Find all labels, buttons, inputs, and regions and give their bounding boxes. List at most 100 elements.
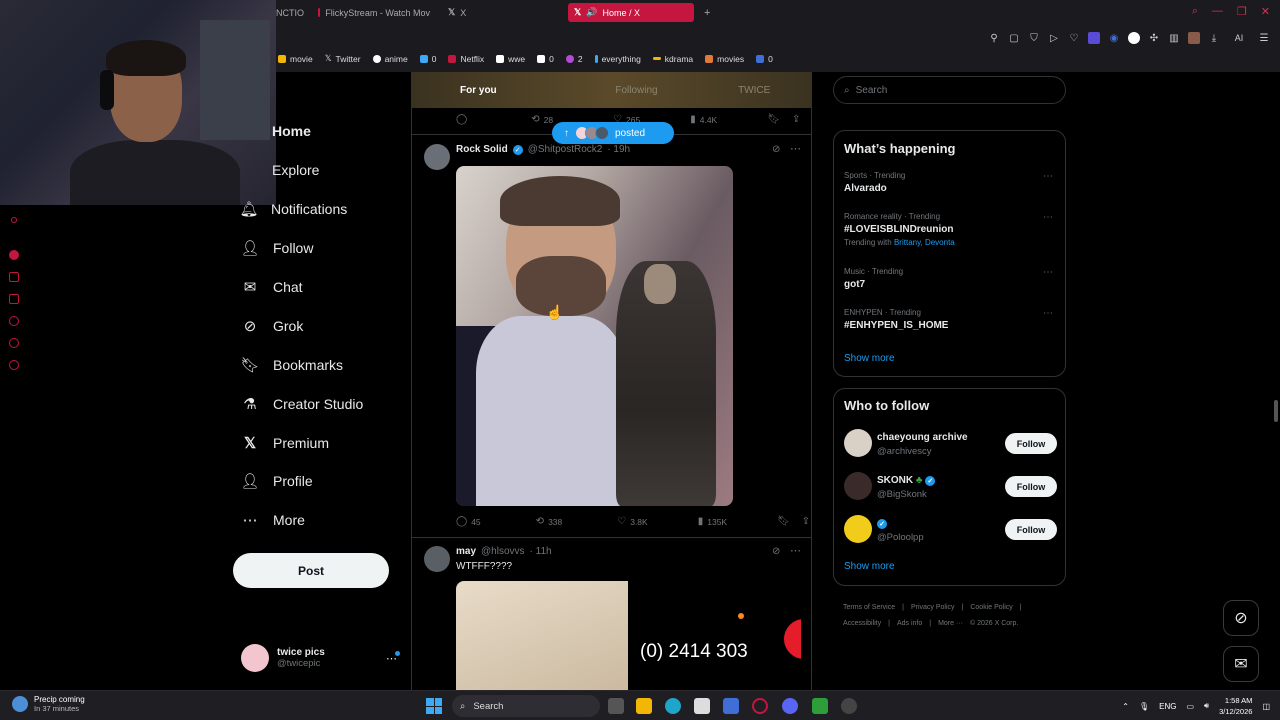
puzzle-icon[interactable]: ✣ — [1148, 32, 1160, 44]
more-icon[interactable]: ⋯ — [790, 544, 801, 557]
restore-icon[interactable]: ❐ — [1237, 5, 1247, 18]
bookmark-everything[interactable]: everything — [594, 54, 641, 64]
nav-grok[interactable]: ⊘ Grok — [241, 314, 304, 338]
follow-suggestion[interactable]: chaeyoung archive @archivescy Follow — [844, 429, 1057, 459]
sidebar-icon[interactable]: ▥ — [1168, 32, 1180, 44]
start-button[interactable] — [426, 698, 442, 714]
download-icon[interactable]: ⤓ — [1208, 32, 1220, 44]
avatar[interactable] — [424, 546, 450, 572]
more-icon[interactable]: ⋯ — [1043, 171, 1053, 182]
nav-follow[interactable]: 👤︎ Follow — [240, 236, 313, 260]
trend-item[interactable]: Romance reality · Trending #LOVEISBLINDr… — [844, 212, 1057, 247]
views-button[interactable]: ▮ 4.4K — [690, 114, 717, 125]
extension-icon[interactable]: ◉ — [1108, 32, 1120, 44]
nav-creator-studio[interactable]: ⚗ Creator Studio — [241, 392, 363, 416]
sidebar-app-icon[interactable] — [9, 338, 19, 348]
sidebar-app-icon[interactable] — [9, 294, 19, 304]
opera-icon[interactable] — [752, 698, 768, 714]
tab-flickystream[interactable]: FlickyStream - Watch Mov — [312, 3, 436, 22]
sidebar-app-icon[interactable] — [11, 217, 17, 223]
grok-icon[interactable]: ⊘ — [772, 144, 780, 155]
clock[interactable]: 1:58 AM 3/12/2026 — [1219, 695, 1252, 717]
show-more-link[interactable]: Show more — [844, 561, 895, 572]
tab-following[interactable]: Following — [578, 72, 696, 108]
search-input[interactable]: ⌕ Search — [833, 76, 1066, 104]
grok-icon[interactable]: ⊘ — [772, 546, 780, 557]
tweet-media[interactable]: (0) 2414 303 — [456, 581, 801, 690]
language-indicator[interactable]: ENG — [1159, 702, 1176, 711]
sidebar-app-icon[interactable] — [9, 653, 19, 663]
messages-fab-button[interactable]: ✉ — [1223, 646, 1259, 682]
extension-icon[interactable] — [1088, 32, 1100, 44]
tab-home-x[interactable]: 𝕏 🔊 Home / X — [568, 3, 694, 22]
minimize-icon[interactable]: — — [1212, 5, 1223, 18]
weather-widget[interactable]: Precip coming In 37 minutes — [12, 695, 85, 713]
nav-profile[interactable]: 👤︎ Profile — [240, 469, 312, 493]
task-view-icon[interactable] — [608, 698, 624, 714]
bookmark-netflix[interactable]: Netflix — [448, 54, 484, 64]
account-switcher[interactable]: twice pics @twicepic — [241, 644, 325, 672]
bookmark-icon[interactable]: 🔖︎ — [777, 516, 790, 527]
history-icon[interactable] — [9, 316, 19, 326]
xbox-icon[interactable] — [812, 698, 828, 714]
bookmark-movies[interactable]: movies — [705, 54, 744, 64]
more-icon[interactable]: ⋯ — [790, 142, 801, 155]
new-posts-pill[interactable]: ↑ posted — [552, 122, 674, 144]
like-button[interactable]: ♡ 3.8K — [617, 516, 647, 527]
bookmark-folder[interactable]: 0 — [537, 54, 554, 64]
tweet-author-name[interactable]: may — [456, 546, 476, 557]
bookmark-icon[interactable]: 🔖︎ — [767, 114, 780, 125]
bookmark-kdrama[interactable]: kdrama — [652, 54, 693, 64]
post-button[interactable]: Post — [233, 553, 389, 588]
display-icon[interactable]: ▭ — [1186, 702, 1194, 711]
heart-icon[interactable]: ♡ — [1068, 32, 1080, 44]
nav-home[interactable]: Home — [272, 119, 311, 143]
nav-more[interactable]: ⋯ More — [241, 508, 305, 532]
trend-item[interactable]: Sports · Trending Alvarado ⋯ — [844, 171, 1057, 194]
tweet-time[interactable]: · 11h — [530, 546, 552, 557]
shield-icon[interactable]: ⛉ — [1028, 32, 1040, 44]
profile-avatar[interactable] — [1188, 32, 1200, 44]
avatar[interactable] — [424, 144, 450, 170]
scrollbar[interactable] — [1274, 400, 1278, 422]
tweet-author-handle[interactable]: @ShitpostRock2 — [528, 144, 603, 155]
taskbar-search[interactable]: ⌕ Search — [452, 695, 600, 717]
grok-fab-button[interactable]: ⊘ — [1223, 600, 1259, 636]
show-more-link[interactable]: Show more — [844, 353, 895, 364]
trend-item[interactable]: ENHYPEN · Trending #ENHYPEN_IS_HOME ⋯ — [844, 308, 1057, 331]
follow-button[interactable]: Follow — [1005, 519, 1057, 540]
tab-x[interactable]: 𝕏X — [442, 3, 562, 22]
nav-chat[interactable]: ✉ Chat — [241, 275, 303, 299]
follow-suggestion[interactable]: ✓ @Poloolpp Follow — [844, 515, 1057, 545]
tweet-media[interactable] — [456, 166, 733, 506]
follow-button[interactable]: Follow — [1005, 476, 1057, 497]
store-icon[interactable] — [694, 698, 710, 714]
tab-twice[interactable]: TWICE — [695, 72, 811, 108]
bookmark-folder[interactable]: 0 — [756, 54, 773, 64]
bookmark-movie[interactable]: movie — [278, 54, 313, 64]
tab-for-you[interactable]: For you — [412, 72, 578, 108]
menu-icon[interactable]: ☰ — [1258, 32, 1270, 44]
tweet-author-name[interactable]: Rock Solid — [456, 144, 508, 155]
bookmark-anime[interactable]: anime — [372, 54, 408, 64]
nav-premium[interactable]: 𝕏 Premium — [241, 431, 329, 455]
microphone-icon[interactable]: 🎙︎ — [1139, 702, 1149, 711]
more-icon[interactable]: ⋯ — [1043, 212, 1053, 223]
sidebar-app-icon[interactable] — [9, 250, 19, 260]
crop-icon[interactable]: ▢ — [1008, 32, 1020, 44]
new-tab-button[interactable]: + — [698, 3, 712, 22]
close-icon[interactable]: ✕ — [1261, 5, 1270, 18]
sidebar-app-icon[interactable] — [9, 272, 19, 282]
share-icon[interactable]: ⇪ — [792, 114, 800, 125]
reply-button[interactable]: ◯ 45 — [456, 516, 481, 527]
bookmark-twitter[interactable]: 𝕏 Twitter — [325, 53, 361, 64]
more-icon[interactable]: ⋯ — [1043, 308, 1053, 319]
notifications-icon[interactable]: ◫ — [1262, 702, 1270, 711]
share-icon[interactable]: ⇪ — [802, 516, 810, 527]
bookmark-folder[interactable]: 2 — [565, 54, 583, 64]
pin-icon[interactable]: ⚲ — [988, 32, 1000, 44]
repost-button[interactable]: ⟲ 28 — [531, 114, 553, 125]
nav-notifications[interactable]: 🔔︎ Notifications — [239, 197, 347, 221]
file-explorer-icon[interactable] — [636, 698, 652, 714]
bookmark-wwe[interactable]: wwe — [496, 54, 525, 64]
